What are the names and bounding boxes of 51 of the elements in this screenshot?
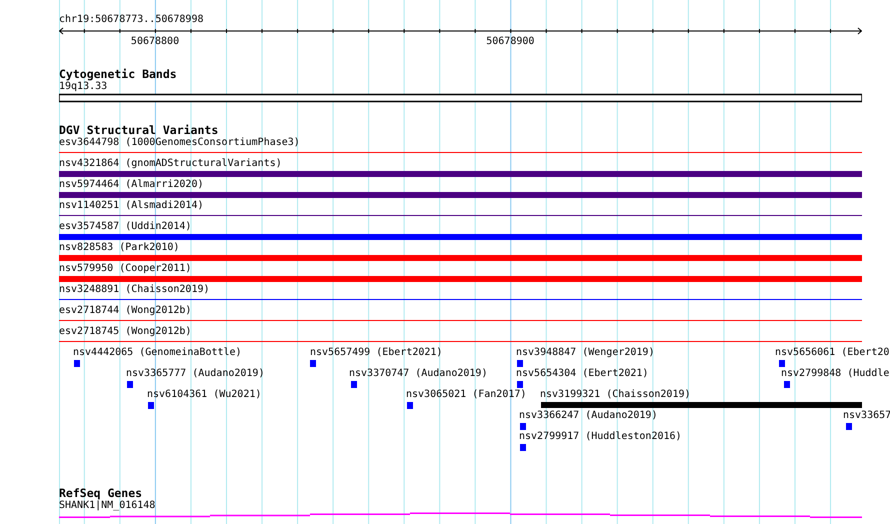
variant-label: nsv3948847 (Wenger2019) [516, 347, 654, 359]
variant-marker[interactable] [520, 423, 526, 430]
variant-label: nsv3366247 (Audano2019) [519, 410, 658, 422]
variant-bar[interactable] [59, 171, 862, 177]
variant-label: nsv3365777 (Audano2019) [126, 368, 264, 380]
variant-label: nsv3199321 (Chaisson2019) [540, 389, 691, 401]
variant-label: esv2718744 (Wong2012b) [59, 305, 192, 317]
tick-label: 50678900 [486, 36, 534, 48]
variant-label: nsv4321864 (gnomADStructuralVariants) [59, 158, 283, 170]
variant-marker[interactable] [148, 402, 154, 409]
gene-label: SHANK1|NM_016148 [59, 500, 156, 512]
variant-label: nsv1140251 (Alsmadi2014) [59, 200, 204, 212]
variant-marker[interactable] [520, 444, 526, 451]
track-title: DGV Structural Variants [59, 123, 218, 137]
variant-label: nsv3248891 (Chaisson2019) [59, 284, 211, 296]
variant-label: nsv5656061 (Ebert20 [775, 347, 890, 359]
variant-label: nsv5654304 (Ebert2021) [516, 368, 648, 380]
variant-marker[interactable] [779, 360, 785, 367]
variant-marker[interactable] [310, 360, 316, 367]
track-title: RefSeq Genes [59, 486, 142, 500]
variant-marker[interactable] [517, 360, 523, 367]
variant-marker[interactable] [784, 381, 790, 388]
variant-marker[interactable] [74, 360, 80, 367]
variant-label: nsv579950 (Cooper2011) [59, 263, 192, 275]
gene-line[interactable] [59, 512, 862, 518]
variant-bar[interactable] [541, 402, 862, 408]
variant-marker[interactable] [351, 381, 357, 388]
variant-marker[interactable] [846, 423, 852, 430]
variant-bar[interactable] [59, 234, 862, 240]
variant-marker[interactable] [517, 381, 523, 388]
variant-label: nsv2799917 (Huddleston2016) [519, 431, 682, 443]
location-label: chr19:50678773..50678998 [59, 14, 204, 26]
variant-label: nsv5657499 (Ebert2021) [310, 347, 442, 359]
variant-label: esv2718745 (Wong2012b) [59, 326, 192, 338]
track-title: Cytogenetic Bands [59, 67, 177, 81]
variant-label: nsv3370747 (Audano2019) [349, 368, 488, 380]
variant-label: esv3644798 (1000GenomesConsortiumPhase3) [59, 137, 301, 149]
variant-label: esv3574587 (Uddin2014) [59, 221, 192, 233]
variant-label: nsv3065021 (Fan2017) [406, 389, 526, 401]
variant-label: nsv2799848 (Huddle [781, 368, 890, 380]
variant-label: nsv5974464 (Almarri2020) [59, 179, 204, 191]
variant-label: nsv828583 (Park2010) [59, 242, 180, 254]
tick-label: 50678800 [130, 36, 180, 48]
variant-bar[interactable] [59, 255, 862, 261]
variant-marker[interactable] [127, 381, 133, 388]
variant-label: nsv6104361 (Wu2021) [147, 389, 262, 401]
variant-bar[interactable] [59, 276, 862, 282]
variant-bar[interactable] [59, 192, 862, 198]
variant-marker[interactable] [407, 402, 413, 409]
variant-label: nsv4442065 (GenomeinaBottle) [73, 347, 242, 359]
band-label: 19q13.33 [59, 81, 108, 93]
